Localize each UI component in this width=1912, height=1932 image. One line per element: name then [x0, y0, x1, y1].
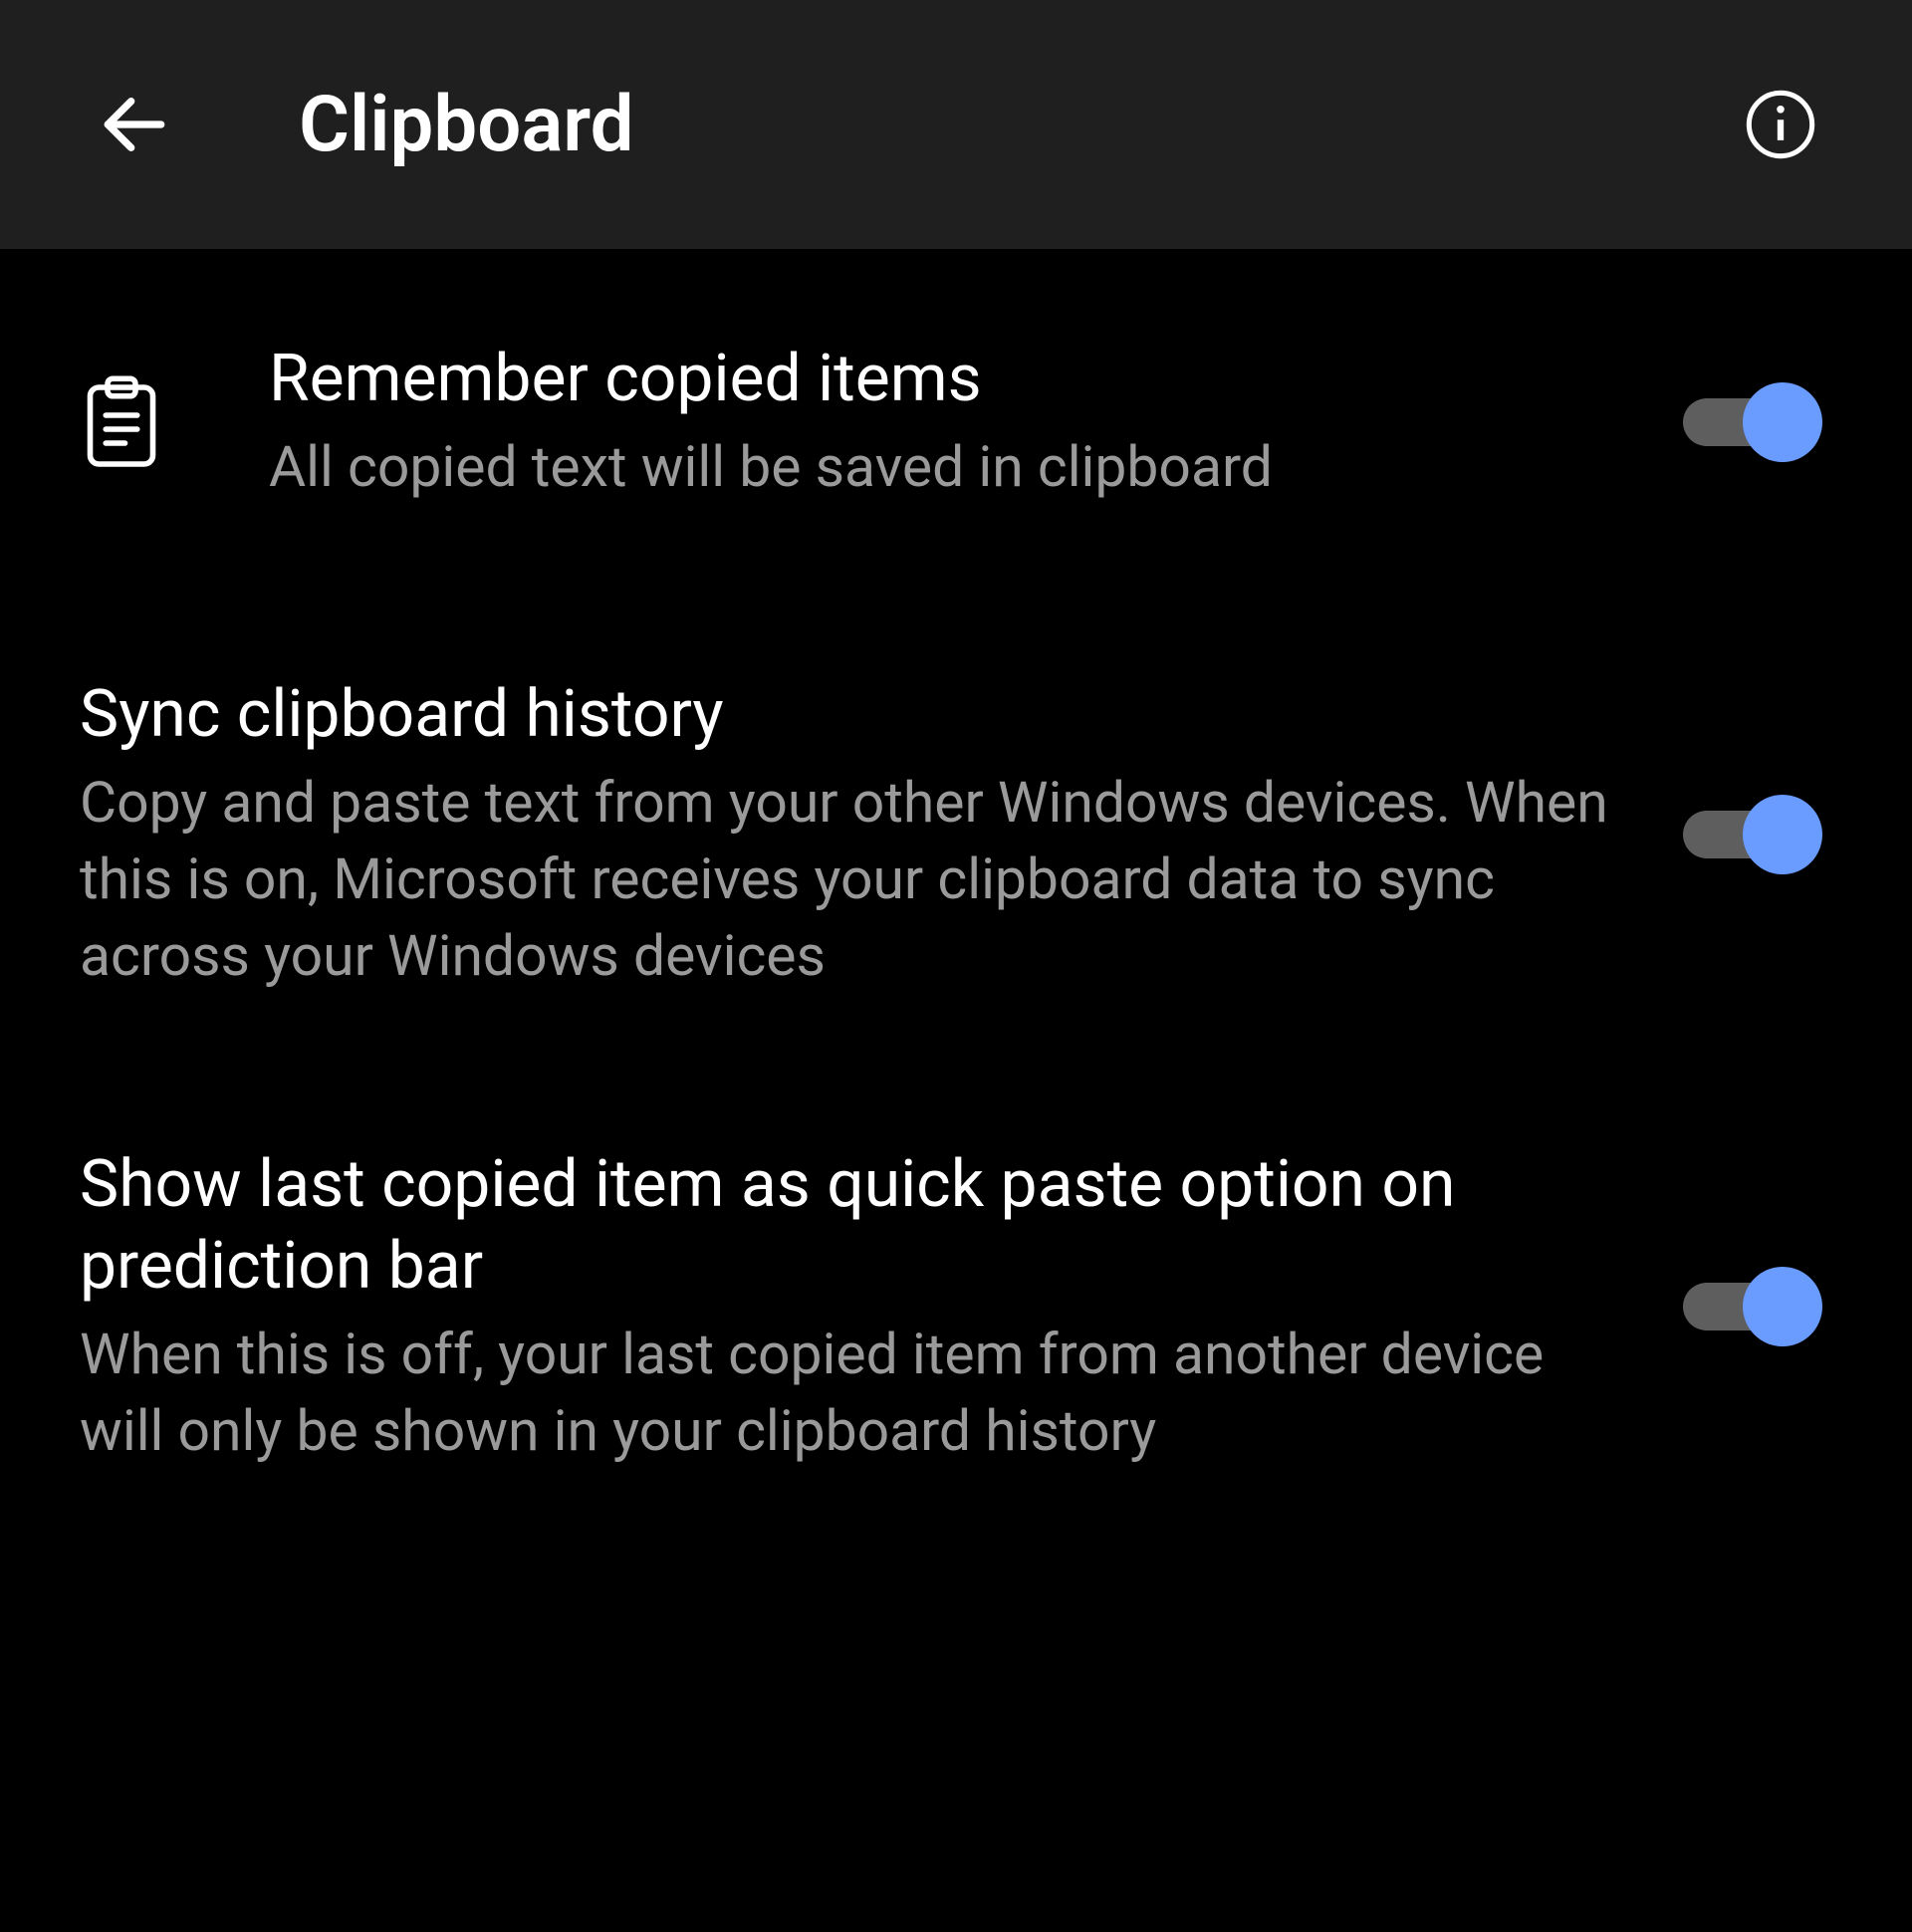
setting-desc: Copy and paste text from your other Wind…	[80, 765, 1613, 995]
app-header: Clipboard	[0, 0, 1912, 249]
setting-sync-clipboard[interactable]: Sync clipboard history Copy and paste te…	[80, 674, 1832, 994]
toggle-col	[1673, 795, 1832, 874]
info-button[interactable]	[1739, 83, 1822, 166]
setting-text: Show last copied item as quick paste opt…	[80, 1144, 1673, 1470]
toggle-quick-paste[interactable]	[1683, 1267, 1822, 1346]
info-icon	[1743, 87, 1818, 162]
setting-title: Remember copied items	[269, 339, 1633, 421]
setting-desc: All copied text will be saved in clipboa…	[269, 429, 1633, 506]
setting-title: Show last copied item as quick paste opt…	[80, 1144, 1613, 1309]
setting-text: Sync clipboard history Copy and paste te…	[80, 674, 1673, 994]
setting-title: Sync clipboard history	[80, 674, 1613, 757]
toggle-thumb	[1743, 382, 1822, 462]
toggle-sync-clipboard[interactable]	[1683, 795, 1822, 874]
toggle-col	[1673, 1267, 1832, 1346]
back-button[interactable]	[90, 80, 179, 169]
setting-remember-copied[interactable]: Remember copied items All copied text wi…	[80, 339, 1832, 505]
toggle-thumb	[1743, 1267, 1822, 1346]
setting-desc: When this is off, your last copied item …	[80, 1317, 1613, 1470]
setting-quick-paste[interactable]: Show last copied item as quick paste opt…	[80, 1144, 1832, 1470]
clipboard-icon	[80, 372, 163, 472]
toggle-col	[1673, 382, 1832, 462]
setting-text: Remember copied items All copied text wi…	[269, 339, 1673, 505]
arrow-left-icon	[95, 85, 174, 164]
settings-content: Remember copied items All copied text wi…	[0, 249, 1912, 1470]
toggle-remember-copied[interactable]	[1683, 382, 1822, 462]
toggle-thumb	[1743, 795, 1822, 874]
page-title: Clipboard	[299, 80, 1619, 170]
setting-icon-col	[80, 372, 269, 472]
